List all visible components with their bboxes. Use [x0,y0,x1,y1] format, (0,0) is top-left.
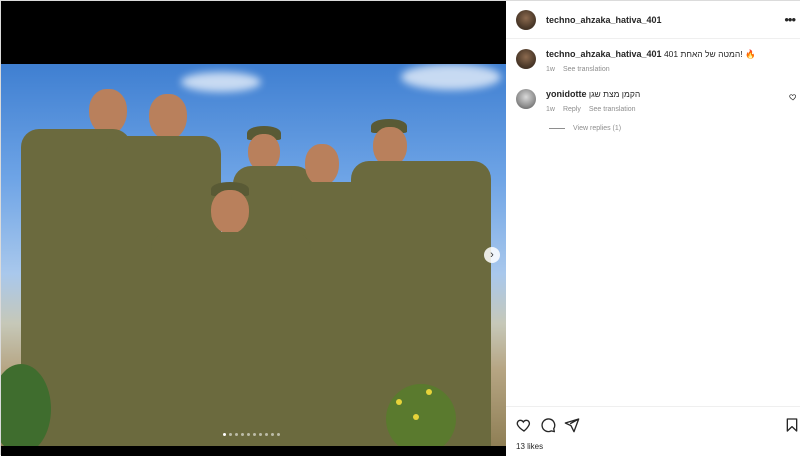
post-dialog: › techno_ahzaka_hativa_401 ••• techno_ah… [0,0,800,456]
post-media: › [1,1,506,456]
author-username[interactable]: techno_ahzaka_hativa_401 [546,15,662,25]
post-actions: 13 likes [506,406,800,456]
slide-dot [253,433,256,436]
comment-icon[interactable] [540,417,556,433]
next-slide-button[interactable]: › [484,247,500,263]
avatar[interactable] [516,49,536,69]
post-photo [1,64,506,446]
slide-dot [235,433,238,436]
bush [386,384,456,446]
more-horizontal-icon[interactable]: ••• [784,12,796,27]
post-sidebar: techno_ahzaka_hativa_401 ••• techno_ahza… [506,1,800,456]
post-header: techno_ahzaka_hativa_401 ••• [506,1,800,39]
slide-dot [259,433,262,436]
slide-dot [223,433,226,436]
caption: techno_ahzaka_hativa_401 401 המטה של האח… [516,49,800,75]
comment-username[interactable]: yonidotte [546,89,587,99]
slide-dot [271,433,274,436]
slide-dot [229,433,232,436]
reply-button[interactable]: Reply [563,104,581,115]
bookmark-icon[interactable] [784,417,800,433]
slide-dot [277,433,280,436]
divider [549,128,565,129]
likes-count[interactable]: 13 likes [516,442,543,451]
heart-icon[interactable] [789,93,797,101]
comment-age: 1w [546,106,555,113]
view-replies-label: View replies (1) [573,125,622,132]
slide-dot [241,433,244,436]
avatar[interactable] [516,9,536,30]
flower [396,399,402,405]
caption-text: 401 המטה של האחת! 🔥 [663,49,756,59]
slide-dot [265,433,268,436]
cloud [181,72,261,92]
view-replies-button[interactable]: View replies (1) [549,125,621,132]
chevron-right-icon: › [490,249,494,261]
flower [413,414,419,420]
send-icon[interactable] [564,417,580,433]
flower [426,389,432,395]
see-translation-link[interactable]: See translation [563,64,610,75]
see-translation-link[interactable]: See translation [589,104,636,115]
caption-username[interactable]: techno_ahzaka_hativa_401 [546,49,662,59]
avatar[interactable] [516,89,536,109]
slide-dot [247,433,250,436]
comment: yonidotte הקמן מצת שגן 1w Reply See tran… [516,89,800,115]
cloud [401,64,501,90]
caption-age: 1w [546,66,555,73]
heart-icon[interactable] [516,417,532,433]
slide-indicator [223,433,280,436]
comment-text: הקמן מצת שגן [588,89,641,99]
